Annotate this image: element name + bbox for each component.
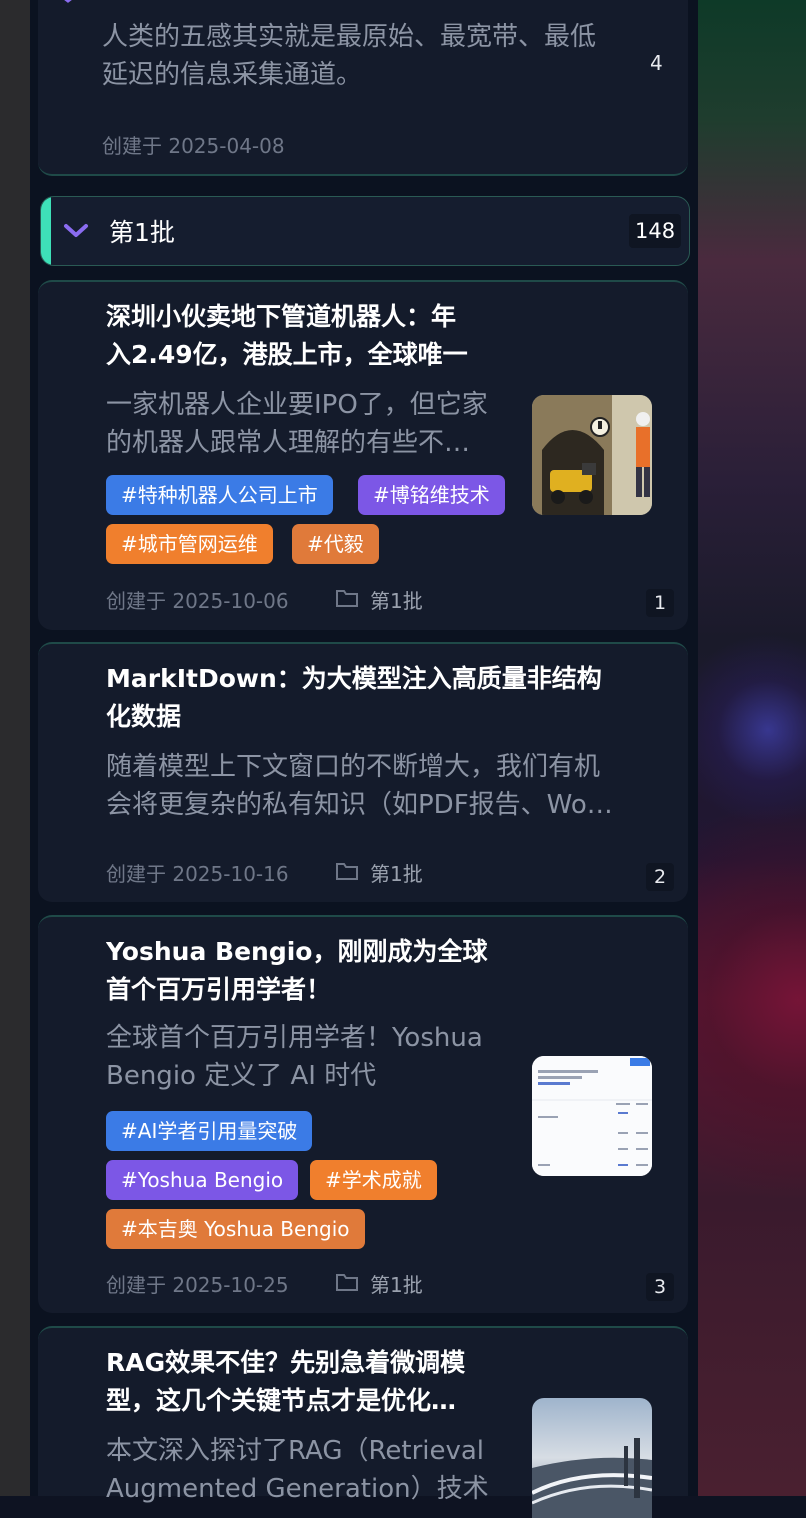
summary-line: Bengio 定义了 AI 时代 [106,1061,377,1091]
summary-line: 全球首个百万引用学者！Yoshua [106,1023,483,1053]
article-title[interactable]: 深圳小伙卖地下管道机器人：年 入2.49亿，港股上市，全球唯一 [106,298,516,374]
folder-icon [335,1272,359,1292]
group-header[interactable]: 第1批 148 [40,196,690,266]
title-line: 深圳小伙卖地下管道机器人：年 [106,302,457,331]
title-line: 化数据 [106,702,182,731]
summary-line: 会将更复杂的私有知识（如PDF报告、Wo… [106,790,613,820]
article-card-previous[interactable]: 人类的五感其实就是最原始、最宽带、最低 延迟的信息采集通道。 创建于 2025-… [38,0,688,176]
article-title[interactable]: RAG效果不佳？先别急着微调模 型，这几个关键节点才是优化… [106,1344,516,1420]
summary-line: 的机器人跟常人理解的有些不… [106,428,471,458]
summary-line: 人类的五感其实就是最原始、最宽带、最低 [102,22,597,52]
article-title[interactable]: MarkItDown：为大模型注入高质量非结构 化数据 [106,660,646,736]
created-date: 创建于 2025-10-16 [106,862,289,886]
summary-line: 本文深入探讨了RAG（Retrieval [106,1436,485,1466]
tag[interactable]: #Yoshua Bengio [106,1160,299,1200]
article-thumbnail[interactable] [532,1056,652,1176]
card-summary: 人类的五感其实就是最原始、最宽带、最低 延迟的信息采集通道。 [102,18,596,94]
title-line: 首个百万引用学者！ [106,975,332,1004]
tag[interactable]: #代毅 [292,524,379,564]
article-card[interactable]: MarkItDown：为大模型注入高质量非结构 化数据 随着模型上下文窗口的不断… [38,642,688,902]
summary-line: 延迟的信息采集通道。 [102,60,363,90]
summary-line: 一家机器人企业要IPO了，但它家 [106,390,488,420]
article-summary: 一家机器人企业要IPO了，但它家 的机器人跟常人理解的有些不… [106,386,526,462]
created-date: 创建于 2025-04-08 [102,134,285,158]
article-thumbnail[interactable] [532,395,652,515]
summary-line: 随着模型上下文窗口的不断增大，我们有机 [106,752,601,782]
folder-name[interactable]: 第1批 [370,858,423,887]
folder-name[interactable]: 第1批 [370,1269,423,1298]
article-card[interactable]: Yoshua Bengio，刚刚成为全球 首个百万引用学者！ 全球首个百万引用学… [38,915,688,1313]
title-line: RAG效果不佳？先别急着微调模 [106,1348,466,1377]
group-accent-bar [41,197,51,265]
window-left-edge [0,0,30,1496]
group-count-badge: 148 [629,214,682,248]
summary-line: Augmented Generation）技术 [106,1474,489,1504]
item-index-badge: 1 [646,589,674,617]
folder-name[interactable]: 第1批 [370,585,423,614]
created-date: 创建于 2025-10-25 [106,1273,289,1297]
tag[interactable]: #AI学者引用量突破 [106,1111,313,1151]
folder-icon [335,861,359,881]
title-line: 型，这几个关键节点才是优化… [106,1386,457,1415]
article-card[interactable]: 深圳小伙卖地下管道机器人：年 入2.49亿，港股上市，全球唯一 一家机器人企业要… [38,280,688,630]
article-thumbnail[interactable] [532,1398,652,1518]
chevron-down-icon[interactable] [63,223,89,239]
item-index-badge: 3 [646,1273,674,1301]
tag[interactable]: #学术成就 [310,1160,437,1200]
tag[interactable]: #本吉奥 Yoshua Bengio [106,1209,365,1249]
background-wallpaper [698,0,806,1496]
article-title[interactable]: Yoshua Bengio，刚刚成为全球 首个百万引用学者！ [106,933,516,1009]
title-line: Yoshua Bengio，刚刚成为全球 [106,937,488,966]
title-line: MarkItDown：为大模型注入高质量非结构 [106,664,602,693]
tag[interactable]: #城市管网运维 [106,524,273,564]
article-summary: 随着模型上下文窗口的不断增大，我们有机 会将更复杂的私有知识（如PDF报告、Wo… [106,748,654,824]
article-card[interactable]: RAG效果不佳？先别急着微调模 型，这几个关键节点才是优化… 本文深入探讨了RA… [38,1326,688,1518]
group-title: 第1批 [109,218,175,247]
tag[interactable]: #特种机器人公司上市 [106,475,333,515]
tag[interactable]: #博铭维技术 [358,475,505,515]
item-index-badge: 2 [646,863,674,891]
created-date: 创建于 2025-10-06 [106,589,289,613]
article-summary: 本文深入探讨了RAG（Retrieval Augmented Generatio… [106,1432,526,1508]
folder-icon [335,588,359,608]
title-line: 入2.49亿，港股上市，全球唯一 [106,340,468,369]
article-summary: 全球首个百万引用学者！Yoshua Bengio 定义了 AI 时代 [106,1019,526,1095]
item-index-badge: 4 [650,51,663,75]
